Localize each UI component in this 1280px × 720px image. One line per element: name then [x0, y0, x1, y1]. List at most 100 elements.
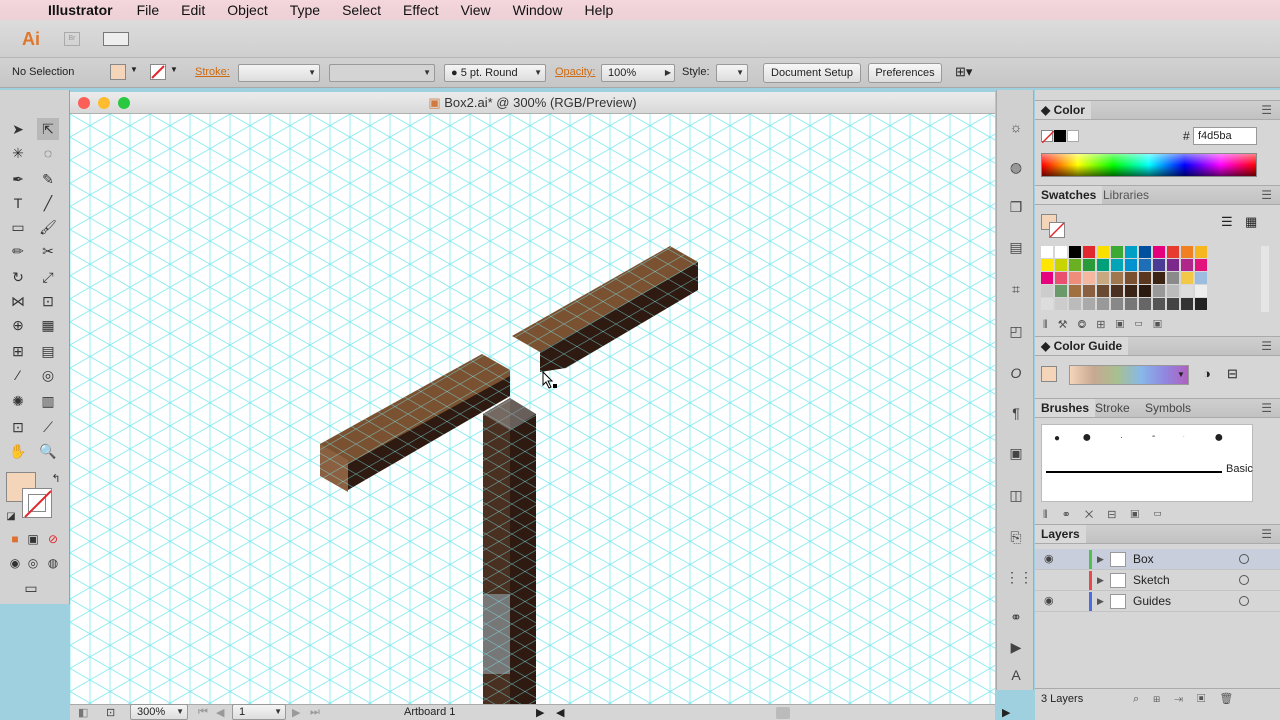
chevron-down-icon[interactable]: ▼ [130, 65, 138, 74]
none-swatch[interactable] [1041, 130, 1055, 144]
curvature-tool-icon[interactable]: ✎ [37, 168, 59, 190]
swatch-chip[interactable] [1139, 272, 1151, 284]
swatch-chip[interactable] [1139, 298, 1151, 310]
brush-small-round-icon[interactable]: ● [1054, 433, 1060, 444]
swatch-chip[interactable] [1069, 246, 1081, 258]
swatch-chip[interactable] [1125, 285, 1137, 297]
preferences-button[interactable]: Preferences [868, 63, 942, 83]
draw-inside-icon[interactable]: ◍ [42, 552, 64, 574]
gradient-mode-icon[interactable]: ▣ [22, 528, 44, 550]
swatch-chip[interactable] [1069, 298, 1081, 310]
swatch-chip[interactable] [1167, 246, 1179, 258]
mesh-tool-icon[interactable]: ⊞ [7, 340, 29, 362]
color-spectrum-bar[interactable] [1041, 153, 1257, 177]
swatch-chip[interactable] [1097, 298, 1109, 310]
pencil-tool-icon[interactable]: ✏ [7, 240, 29, 262]
swatch-chip[interactable] [1181, 298, 1193, 310]
swatch-chip[interactable] [1153, 285, 1165, 297]
glyphs-icon[interactable]: A [1005, 664, 1027, 686]
previous-artboard-icon[interactable]: ◧ [78, 706, 88, 719]
base-color-swatch[interactable] [1041, 366, 1057, 382]
swatch-chip[interactable] [1083, 272, 1095, 284]
line-segment-tool-icon[interactable]: ╱ [37, 192, 59, 214]
document-setup-button[interactable]: Document Setup [763, 63, 861, 83]
hand-tool-icon[interactable]: ✋ [7, 440, 29, 462]
close-window-button[interactable] [78, 97, 90, 109]
layer-name[interactable]: Box [1133, 549, 1154, 569]
zoom-level-field[interactable]: 300% ▼ [130, 704, 188, 720]
swatch-chip[interactable] [1097, 259, 1109, 271]
menu-select[interactable]: Select [342, 2, 381, 18]
screen-mode-icon[interactable]: ▭ [20, 577, 42, 599]
swatch-chip[interactable] [1181, 272, 1193, 284]
menu-object[interactable]: Object [227, 2, 267, 18]
target-icon[interactable] [1239, 596, 1249, 606]
width-tool-icon[interactable]: ⋈ [7, 290, 29, 312]
layer-row-guides[interactable]: ◉ ▶ Guides [1035, 591, 1280, 612]
panel-menu-icon[interactable]: ☰ [1261, 337, 1272, 355]
layers-toolbar-icons[interactable]: ⌕⊞⇥▣🗑 [1133, 689, 1247, 709]
swatch-chip[interactable] [1083, 246, 1095, 258]
direct-selection-tool-icon[interactable]: ⇱ [37, 118, 59, 140]
target-icon[interactable] [1239, 575, 1249, 585]
list-view-icon[interactable]: ☰ [1221, 214, 1233, 230]
swatch-chip[interactable] [1055, 298, 1067, 310]
graphic-style-dropdown[interactable]: ▼ [716, 64, 748, 82]
rectangle-tool-icon[interactable]: ▭ [7, 216, 29, 238]
color-guide-tab[interactable]: ◆ Color Guide [1035, 337, 1129, 355]
swatch-chip[interactable] [1153, 259, 1165, 271]
swatch-chip[interactable] [1181, 259, 1193, 271]
swatch-chip[interactable] [1153, 272, 1165, 284]
stroke-label[interactable]: Stroke: [195, 66, 230, 78]
swatches-toolbar-icons[interactable]: ⫴⚒◎⊞▣▭▣ [1043, 318, 1172, 332]
swatch-chip[interactable] [1041, 298, 1053, 310]
swatch-chip[interactable] [1041, 259, 1053, 271]
zoom-tool-icon[interactable]: 🔍 [37, 440, 59, 462]
swatch-chip[interactable] [1125, 259, 1137, 271]
layer-name[interactable]: Sketch [1133, 570, 1170, 590]
swatches-tab[interactable]: Swatches [1035, 186, 1103, 204]
minimize-window-button[interactable] [98, 97, 110, 109]
grid-icon[interactable]: ⋮⋮ [1005, 566, 1033, 588]
swatch-chip[interactable] [1111, 246, 1123, 258]
menu-effect[interactable]: Effect [403, 2, 439, 18]
swatch-chip[interactable] [1139, 246, 1151, 258]
panel-menu-icon[interactable]: ☰ [1261, 399, 1272, 417]
next-artboard-icon[interactable]: ▶ [292, 706, 300, 719]
last-artboard-icon[interactable]: ⏭ [310, 706, 320, 719]
brush-faint-icon[interactable]: · [1182, 431, 1185, 442]
swatch-chip[interactable] [1083, 298, 1095, 310]
swatch-chip[interactable] [1111, 298, 1123, 310]
eye-icon[interactable]: ◉ [1044, 549, 1054, 569]
swatch-chip[interactable] [1055, 285, 1067, 297]
layer-name[interactable]: Guides [1133, 591, 1171, 611]
swatch-grid[interactable] [1041, 246, 1253, 312]
swatch-chip[interactable] [1153, 246, 1165, 258]
swatch-chip[interactable] [1195, 246, 1207, 258]
appearance-icon[interactable]: ◍ [1005, 156, 1027, 178]
swatch-chip[interactable] [1069, 272, 1081, 284]
graphic-styles-icon[interactable]: ❒ [1005, 196, 1027, 218]
swatch-chip[interactable] [1055, 272, 1067, 284]
type-tool-icon[interactable]: T [7, 192, 29, 214]
brush-tiny-round-icon[interactable]: · [1120, 433, 1123, 442]
menu-app-name[interactable]: Illustrator [48, 2, 113, 18]
swatch-chip[interactable] [1041, 285, 1053, 297]
shape-builder-tool-icon[interactable]: ⊕ [7, 314, 29, 336]
transform-icon[interactable]: ⌗ [1005, 278, 1027, 300]
fill-swatch[interactable] [110, 64, 126, 80]
swatch-chip[interactable] [1125, 246, 1137, 258]
opacity-label[interactable]: Opacity: [555, 66, 595, 78]
stroke-weight-field[interactable]: ▼ [238, 64, 320, 82]
bridge-button[interactable]: Br [64, 32, 80, 46]
panel-menu-icon[interactable]: ☰ [1261, 186, 1272, 204]
brushes-toolbar-icons[interactable]: ⫴⚭✕⊟▣▭ [1043, 508, 1176, 522]
swatch-chip[interactable] [1125, 272, 1137, 284]
swatch-chip[interactable] [1181, 246, 1193, 258]
variable-width-profile[interactable]: ▼ [329, 64, 435, 82]
pathfinder-icon[interactable]: ◰ [1005, 320, 1027, 342]
thumbnail-view-icon[interactable]: ▦ [1245, 214, 1257, 230]
brush-large-round-icon[interactable]: ● [1082, 429, 1092, 447]
edit-colors-icon[interactable]: ⊟ [1227, 366, 1238, 382]
panel-menu-icon[interactable]: ☰ [1261, 525, 1272, 543]
